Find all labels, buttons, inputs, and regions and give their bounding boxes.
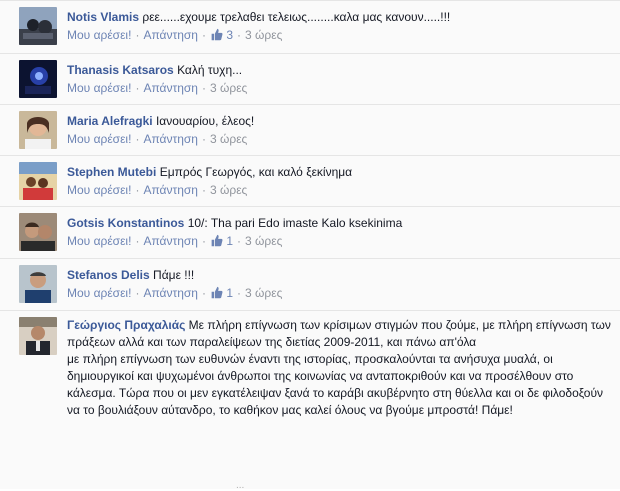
timestamp[interactable]: 3 ώρες [210, 183, 247, 197]
comment-body: Gotsis Konstantinos 10/: Tha pari Edo im… [67, 214, 614, 249]
avatar[interactable] [19, 162, 57, 200]
author-link[interactable]: Γεώργιος Πραχαλιάς [67, 318, 185, 332]
comment: Γεώργιος Πραχαλιάς Με πλήρη επίγνωση των… [0, 310, 620, 491]
like-link[interactable]: Μου αρέσει! [67, 81, 131, 95]
timestamp[interactable]: 3 ώρες [245, 28, 282, 42]
comment-text-body: με πλήρη επίγνωση των ευθυνών έναντι της… [67, 352, 604, 417]
author-link[interactable]: Gotsis Konstantinos [67, 216, 184, 230]
comment-body: Thanasis Katsaros Καλή τυχη... Μου αρέσε… [67, 61, 614, 96]
reply-link[interactable]: Απάντηση [143, 234, 198, 248]
like-link[interactable]: Μου αρέσει! [67, 286, 131, 300]
reply-link[interactable]: Απάντηση [143, 183, 198, 197]
comment: Stefanos Delis Πάμε !!! Μου αρέσει! · Απάν… [0, 258, 620, 310]
comment-body: Notis Vlamis ρεε......εχουμε τρελαθει τε… [67, 8, 614, 43]
comment-body: Γεώργιος Πραχαλιάς Με πλήρη επίγνωση των… [67, 317, 612, 419]
avatar[interactable] [19, 111, 57, 149]
avatar[interactable] [19, 317, 57, 355]
more-indicator: ... [236, 480, 245, 491]
comment: Thanasis Katsaros Καλή τυχη... Μου αρέσε… [0, 53, 620, 104]
thumbs-up-icon [211, 234, 223, 247]
like-link[interactable]: Μου αρέσει! [67, 132, 131, 146]
comment-actions: Μου αρέσει! · Απάντηση · 3 ώρες [67, 132, 248, 146]
comment-text: ρεε......εχουμε τρελαθει τελειως........… [142, 10, 451, 24]
comment-body: Maria Alefragki Ιανουαρίου, έλεος! Μου α… [67, 112, 614, 147]
author-link[interactable]: Notis Vlamis [67, 10, 139, 24]
timestamp[interactable]: 3 ώρες [210, 81, 247, 95]
reply-link[interactable]: Απάντηση [143, 81, 198, 95]
reply-link[interactable]: Απάντηση [143, 286, 198, 300]
like-link[interactable]: Μου αρέσει! [67, 234, 131, 248]
comment-text: Πάμε !!! [153, 268, 195, 282]
comment-body: Stefanos Delis Πάμε !!! Μου αρέσει! · Απάν… [67, 266, 614, 301]
avatar[interactable] [19, 7, 57, 45]
author-link[interactable]: Maria Alefragki [67, 114, 153, 128]
comment-actions: Μου αρέσει! · Απάντηση · 1 · 3 ώρες [67, 234, 283, 248]
like-count[interactable]: 1 [210, 234, 233, 248]
comment-actions: Μου αρέσει! · Απάντηση · 3 ώρες [67, 183, 248, 197]
avatar[interactable] [19, 60, 57, 98]
like-link[interactable]: Μου αρέσει! [67, 183, 131, 197]
comment-text-block: Γεώργιος Πραχαλιάς Με πλήρη επίγνωση των… [67, 317, 612, 419]
thumbs-up-icon [211, 286, 223, 299]
thumbs-up-icon [211, 28, 223, 41]
author-link[interactable]: Thanasis Katsaros [67, 63, 174, 77]
comment-text: 10/: Tha pari Edo imaste Kalo ksekinima [187, 216, 403, 230]
comment-text: Εμπρός Γεωργός, και καλό ξεκίνημα [159, 165, 353, 179]
timestamp[interactable]: 3 ώρες [245, 234, 282, 248]
like-link[interactable]: Μου αρέσει! [67, 28, 131, 42]
like-count[interactable]: 3 [210, 28, 233, 42]
avatar[interactable] [19, 265, 57, 303]
reply-link[interactable]: Απάντηση [143, 28, 198, 42]
comment: Notis Vlamis ρεε......εχουμε τρελαθει τε… [0, 0, 620, 53]
comment: Maria Alefragki Ιανουαρίου, έλεος! Μου α… [0, 104, 620, 155]
comment-text: Καλή τυχη... [177, 63, 243, 77]
comment-actions: Μου αρέσει! · Απάντηση · 3 ώρες [67, 81, 248, 95]
comment-text: Ιανουαρίου, έλεος! [155, 114, 255, 128]
comment: Stephen Mutebi Εμπρός Γεωργός, και καλό … [0, 155, 620, 206]
like-count[interactable]: 1 [210, 286, 233, 300]
comment: Gotsis Konstantinos 10/: Tha pari Edo im… [0, 206, 620, 258]
timestamp[interactable]: 3 ώρες [210, 132, 247, 146]
comment-body: Stephen Mutebi Εμπρός Γεωργός, και καλό … [67, 163, 614, 198]
avatar[interactable] [19, 213, 57, 251]
author-link[interactable]: Stefanos Delis [67, 268, 150, 282]
author-link[interactable]: Stephen Mutebi [67, 165, 156, 179]
comment-actions: Μου αρέσει! · Απάντηση · 3 · 3 ώρες [67, 28, 283, 42]
timestamp[interactable]: 3 ώρες [245, 286, 282, 300]
reply-link[interactable]: Απάντηση [143, 132, 198, 146]
comment-actions: Μου αρέσει! · Απάντηση · 1 · 3 ώρες [67, 286, 283, 300]
